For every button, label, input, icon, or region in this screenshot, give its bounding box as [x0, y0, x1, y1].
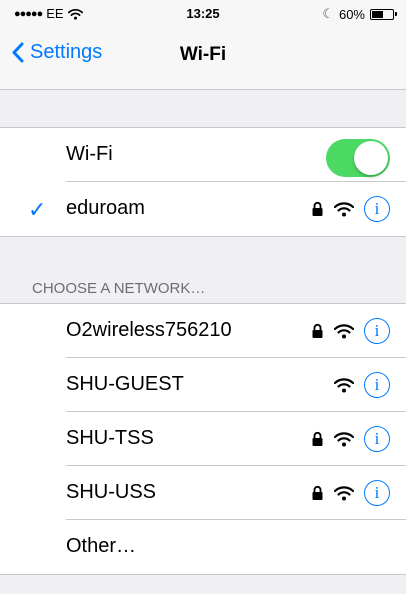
network-name: SHU-USS [66, 481, 157, 503]
lock-icon [312, 323, 323, 338]
lock-icon [312, 485, 323, 500]
wifi-group: Wi-Fi ✓ eduroam i [0, 127, 406, 237]
info-icon[interactable]: i [364, 426, 390, 452]
network-icons: i [311, 195, 390, 223]
network-row[interactable]: SHU-GUEST i [0, 358, 406, 412]
wifi-toggle-label: Wi-Fi [66, 143, 113, 165]
network-icons: i [311, 317, 390, 345]
checkmark-icon: ✓ [28, 197, 47, 222]
lock-icon [312, 201, 323, 216]
network-name: O2wireless756210 [66, 319, 232, 341]
info-icon[interactable]: i [364, 372, 390, 398]
wifi-toggle-row: Wi-Fi [0, 128, 406, 182]
wifi-signal-icon [334, 378, 354, 393]
network-icons: i [311, 479, 390, 507]
network-icons: i [334, 371, 390, 399]
wifi-signal-icon [334, 202, 354, 217]
battery-icon [370, 8, 397, 20]
network-name: SHU-TSS [66, 427, 154, 449]
navigation-bar: Settings Wi-Fi [0, 26, 406, 90]
network-row[interactable]: SHU-USS i [0, 466, 406, 520]
battery-percent: 60% [338, 6, 365, 22]
status-right: ☾ 60% [322, 6, 397, 22]
moon-icon: ☾ [322, 6, 334, 21]
info-icon[interactable]: i [364, 480, 390, 506]
other-network-label: Other… [66, 535, 137, 557]
connected-network-name: eduroam [66, 197, 145, 219]
page-title: Wi-Fi [179, 44, 227, 65]
wifi-signal-icon [334, 432, 354, 447]
network-icons: i [311, 425, 390, 453]
network-row[interactable]: SHU-TSS i [0, 412, 406, 466]
wifi-signal-icon [334, 324, 354, 339]
battery-fill [372, 10, 384, 18]
lock-icon [312, 431, 323, 446]
toggle-knob [354, 141, 388, 175]
wifi-signal-icon [334, 486, 354, 501]
section-header: CHOOSE A NETWORK… [32, 280, 206, 297]
info-icon[interactable]: i [364, 196, 390, 222]
other-network-row[interactable]: Other… [0, 520, 406, 574]
network-list: O2wireless756210 i SHU-GUEST i SHU-TSS i… [0, 303, 406, 575]
info-icon[interactable]: i [364, 318, 390, 344]
network-name: SHU-GUEST [66, 373, 184, 395]
network-row[interactable]: O2wireless756210 i [0, 304, 406, 358]
status-bar: ●●●●● EE 13:25 ☾ 60% [0, 0, 406, 26]
wifi-toggle[interactable] [326, 139, 390, 177]
connected-network-row[interactable]: ✓ eduroam i [0, 182, 406, 236]
